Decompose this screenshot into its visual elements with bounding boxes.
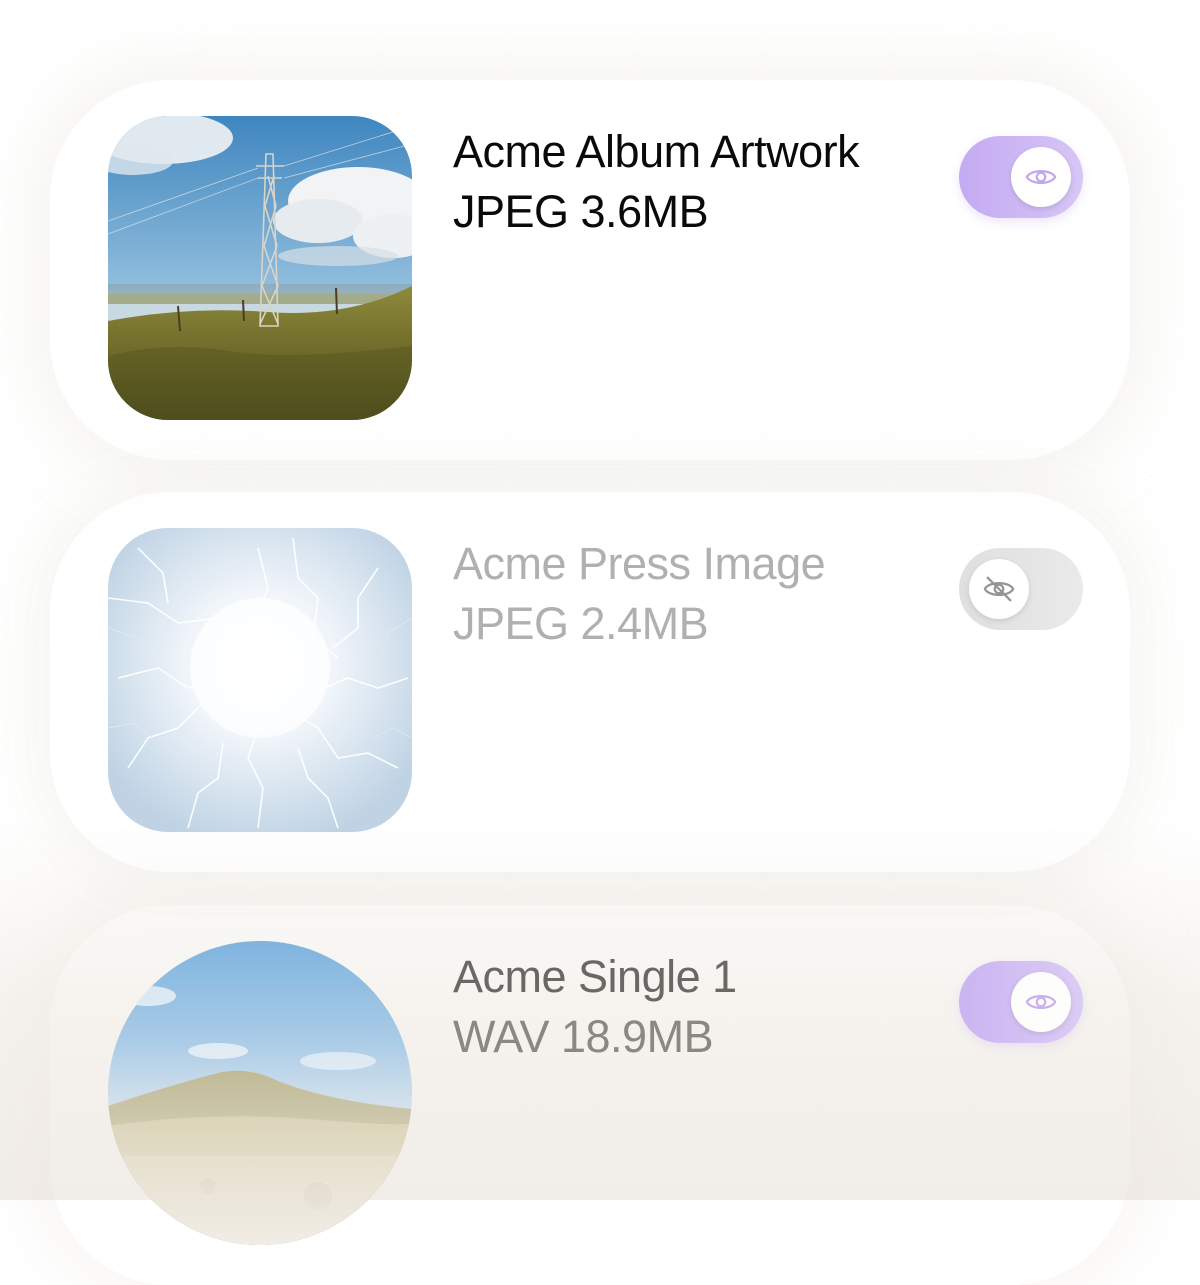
file-title: Acme Single 1 bbox=[453, 951, 737, 1002]
file-card[interactable]: Acme Album Artwork JPEG 3.6MB bbox=[50, 80, 1130, 460]
file-meta: WAV 18.9MB bbox=[453, 1011, 714, 1062]
single-thumbnail bbox=[108, 941, 412, 1245]
thumbnail-fade bbox=[108, 1045, 412, 1245]
eye-icon bbox=[1025, 170, 1057, 184]
file-meta: JPEG 2.4MB bbox=[453, 598, 709, 649]
album-artwork-thumbnail bbox=[108, 116, 412, 420]
file-card[interactable]: Acme Press Image JPEG 2.4MB bbox=[50, 492, 1130, 872]
eye-icon bbox=[1025, 995, 1057, 1009]
visibility-toggle[interactable] bbox=[959, 136, 1083, 218]
file-title: Acme Press Image bbox=[453, 538, 826, 589]
visibility-toggle[interactable] bbox=[959, 961, 1083, 1043]
visibility-toggle[interactable] bbox=[959, 548, 1083, 630]
file-title: Acme Album Artwork bbox=[453, 126, 860, 177]
file-meta: JPEG 3.6MB bbox=[453, 186, 709, 237]
toggle-knob bbox=[1011, 972, 1071, 1032]
toggle-knob bbox=[1011, 147, 1071, 207]
file-card[interactable]: Acme Single 1 WAV 18.9MB bbox=[50, 905, 1130, 1285]
toggle-knob bbox=[969, 559, 1029, 619]
eye-off-icon bbox=[983, 576, 1015, 602]
press-image-thumbnail bbox=[108, 528, 412, 832]
